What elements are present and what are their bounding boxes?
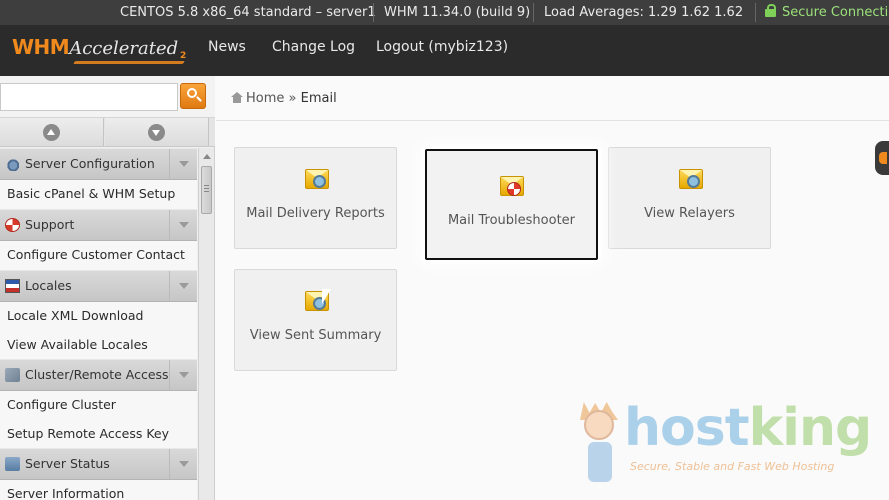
logo-accelerated: Accelerated	[69, 38, 179, 59]
sidebar-group-server-configuration[interactable]: Server Configuration	[0, 148, 197, 180]
sidebar-group-label: Server Status	[25, 456, 110, 471]
expand-all-button[interactable]	[0, 118, 104, 146]
secure-connection[interactable]: Secure Connectio	[765, 0, 889, 25]
status-icon	[5, 457, 20, 471]
mail-search-icon	[679, 169, 703, 189]
chevron-down-icon[interactable]	[169, 210, 197, 240]
nav-change-log[interactable]: Change Log	[272, 39, 355, 55]
watermark-king: king	[748, 398, 873, 458]
mail-search-icon	[305, 169, 329, 189]
arrow-up-icon	[47, 129, 55, 135]
sidebar-group-server-status[interactable]: Server Status	[0, 448, 197, 480]
breadcrumb-home[interactable]: Home	[246, 91, 284, 106]
sidebar-item-remote-access-key[interactable]: Setup Remote Access Key	[0, 420, 197, 448]
sidebar: Server Configuration Basic cPanel & WHM …	[0, 76, 215, 500]
tile-mail-troubleshooter[interactable]: Mail Troubleshooter	[425, 149, 598, 260]
sidebar-group-label: Locales	[25, 278, 72, 293]
sidebar-item-configure-cluster[interactable]: Configure Cluster	[0, 391, 197, 420]
nav-logout[interactable]: Logout (mybiz123)	[376, 39, 508, 55]
collapse-all-button[interactable]	[105, 118, 209, 146]
divider	[533, 3, 534, 22]
breadcrumb-separator: »	[288, 91, 297, 106]
sidebar-item-server-information[interactable]: Server Information	[0, 480, 197, 500]
chevron-down-icon[interactable]	[169, 149, 197, 179]
home-icon	[231, 92, 243, 103]
sidebar-menu: Server Configuration Basic cPanel & WHM …	[0, 148, 197, 500]
mouse-cursor-icon	[321, 288, 332, 306]
mascot-body	[588, 442, 612, 482]
main-header: WHMAccelerated 2 News Change Log Logout …	[0, 25, 889, 76]
sidebar-item-locale-xml[interactable]: Locale XML Download	[0, 302, 197, 331]
divider	[755, 3, 756, 22]
sidebar-group-label: Cluster/Remote Access	[25, 367, 169, 382]
watermark-tagline: Secure, Stable and Fast Web Hosting	[630, 460, 835, 473]
tile-label: Mail Delivery Reports	[246, 206, 385, 221]
chevron-down-icon[interactable]	[169, 360, 197, 390]
gear-icon	[5, 157, 20, 171]
sidebar-group-label: Server Configuration	[25, 156, 155, 171]
scroll-up-arrow-icon[interactable]	[203, 154, 211, 159]
divider	[373, 3, 374, 22]
watermark-host: host	[624, 398, 750, 458]
breadcrumb-current: Email	[300, 91, 337, 106]
tile-label: View Sent Summary	[249, 328, 382, 343]
status-bar: CENTOS 5.8 x86_64 standard – server1 WHM…	[0, 0, 889, 25]
cluster-icon	[5, 368, 20, 382]
sidebar-item-available-locales[interactable]: View Available Locales	[0, 331, 197, 359]
search-icon-handle	[196, 96, 202, 102]
tile-view-relayers[interactable]: View Relayers	[608, 147, 771, 249]
chevron-down-icon[interactable]	[169, 271, 197, 301]
hostking-watermark: hostking Secure, Stable and Fast Web Hos…	[578, 398, 878, 498]
sidebar-group-cluster[interactable]: Cluster/Remote Access	[0, 359, 197, 391]
scrollbar-thumb[interactable]	[201, 166, 212, 214]
flag-icon	[5, 279, 20, 293]
load-averages: Load Averages: 1.29 1.62 1.62	[544, 5, 744, 20]
lock-icon	[765, 4, 776, 17]
side-panel-tab[interactable]	[875, 141, 889, 175]
sidebar-scrollbar[interactable]	[198, 148, 214, 500]
search-button[interactable]	[180, 83, 206, 109]
lifebuoy-icon	[5, 218, 20, 232]
mail-lifebuoy-icon	[500, 176, 524, 196]
sidebar-item-basic-setup[interactable]: Basic cPanel & WHM Setup	[0, 180, 197, 209]
sidebar-search	[0, 76, 215, 118]
mascot-head	[584, 410, 614, 440]
sidebar-nav-arrows	[0, 118, 215, 147]
tile-label: View Relayers	[644, 206, 735, 221]
sidebar-group-locales[interactable]: Locales	[0, 270, 197, 302]
tile-view-sent-summary[interactable]: View Sent Summary	[234, 269, 397, 371]
sidebar-group-support[interactable]: Support	[0, 209, 197, 241]
tile-label: Mail Troubleshooter	[447, 213, 576, 228]
logo-swoosh	[73, 61, 185, 64]
watermark-logo-text: hostking	[624, 398, 873, 458]
logo-whm: WHM	[12, 35, 70, 59]
mascot-icon	[578, 402, 622, 488]
sidebar-item-customer-contact[interactable]: Configure Customer Contact	[0, 241, 197, 270]
tile-mail-delivery-reports[interactable]: Mail Delivery Reports	[234, 147, 397, 249]
sidebar-group-label: Support	[25, 217, 75, 232]
arrow-down-icon	[152, 130, 160, 136]
sidebar-search-input[interactable]	[0, 83, 178, 111]
chevron-down-icon[interactable]	[169, 449, 197, 479]
server-info: CENTOS 5.8 x86_64 standard – server1	[120, 5, 376, 20]
whm-logo[interactable]: WHMAccelerated 2	[12, 35, 186, 65]
secure-connection-label: Secure Connectio	[782, 5, 889, 20]
breadcrumb-bar: Home » Email	[216, 76, 889, 121]
whm-version: WHM 11.34.0 (build 9)	[384, 5, 531, 20]
nav-news[interactable]: News	[208, 39, 246, 55]
breadcrumb: Home » Email	[231, 91, 337, 106]
logo-version-number: 2	[180, 51, 187, 61]
